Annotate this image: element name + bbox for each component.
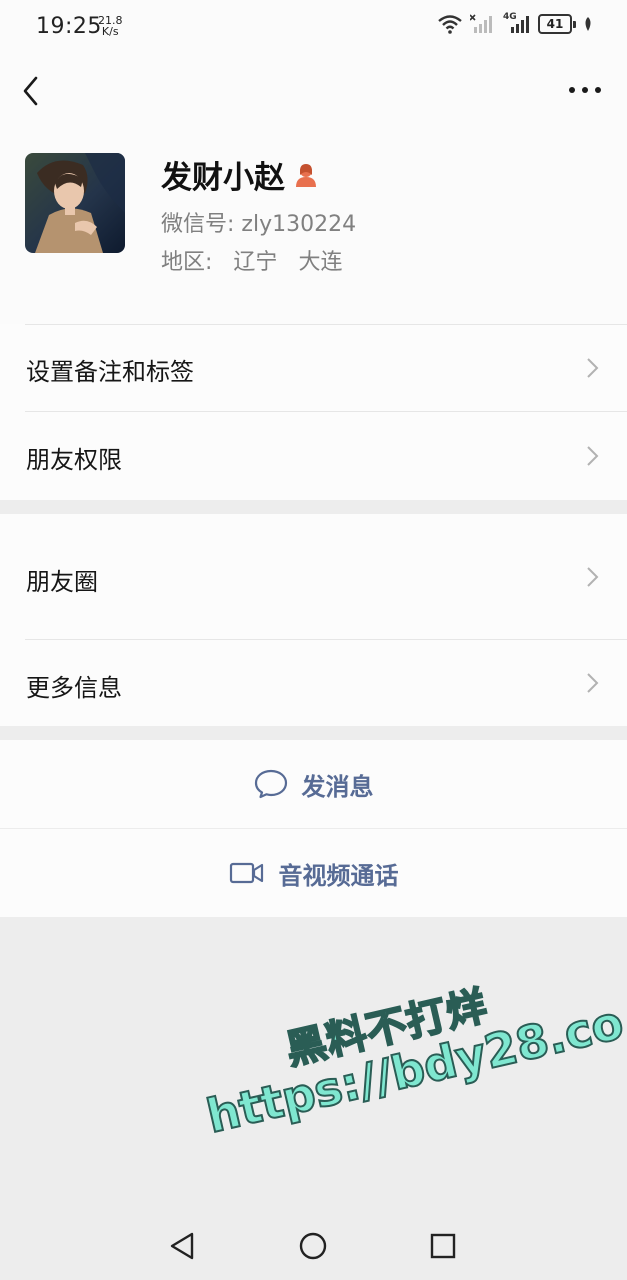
video-camera-icon: [229, 862, 263, 884]
battery-tip: [573, 20, 576, 28]
nav-back-button[interactable]: [166, 1230, 198, 1262]
row-remark-tags[interactable]: 设置备注和标签: [0, 324, 627, 412]
wifi-icon: [438, 15, 462, 34]
circle-home-icon: [299, 1232, 327, 1260]
more-button[interactable]: [567, 78, 603, 102]
nav-home-button[interactable]: [297, 1230, 329, 1262]
square-recents-icon: [430, 1233, 456, 1259]
navigation-bar: [0, 1210, 627, 1280]
status-icons: 4G 41: [437, 12, 593, 34]
status-time: 19:25: [36, 14, 102, 39]
region-province: 辽宁: [233, 250, 278, 275]
video-call-label: 音视频通话: [278, 861, 399, 890]
info-card: 朋友圈 更多信息: [0, 514, 627, 726]
watermark-line2: https://bdy28.co: [201, 994, 627, 1144]
more-dots-icon: [569, 87, 601, 93]
row-moments[interactable]: 朋友圈: [0, 514, 627, 639]
chevron-right-icon: [587, 358, 599, 378]
triangle-back-icon: [170, 1232, 194, 1260]
network-speed: 21.8 K/s: [98, 15, 123, 37]
send-message-label: 发消息: [301, 772, 374, 801]
row-label: 设置备注和标签: [26, 358, 194, 386]
video-call-button[interactable]: 音视频通话: [0, 829, 627, 917]
status-bar: 19:25 21.8 K/s 4G 41: [0, 0, 627, 54]
chat-bubble-icon: [254, 769, 287, 799]
region-city: 大连: [298, 250, 343, 275]
signal-no-sim-icon: [470, 14, 492, 33]
row-more-info[interactable]: 更多信息: [0, 640, 627, 726]
watermark: 黑料不打烊 https://bdy28.co: [190, 943, 627, 1196]
send-message-button[interactable]: 发消息: [0, 740, 627, 828]
row-label: 朋友圈: [26, 568, 98, 596]
region-label: 地区:: [161, 250, 213, 275]
wechat-id-value: zly130224: [241, 212, 357, 237]
chevron-left-icon: [23, 76, 38, 106]
chevron-right-icon: [587, 567, 599, 587]
settings-card: 设置备注和标签 朋友权限: [0, 324, 627, 500]
nickname-text: 发财小赵: [161, 160, 285, 196]
leaf-icon: [585, 17, 591, 31]
chevron-right-icon: [587, 446, 599, 466]
back-button[interactable]: [16, 74, 48, 108]
network-speed-unit: K/s: [101, 25, 119, 38]
female-person-icon: [296, 163, 316, 187]
nav-recents-button[interactable]: [427, 1230, 459, 1262]
row-label: 更多信息: [26, 674, 122, 702]
avatar-photo: [25, 153, 125, 253]
chevron-right-icon: [587, 673, 599, 693]
row-friend-permissions[interactable]: 朋友权限: [0, 412, 627, 500]
signal-4g-icon: 4G: [503, 12, 531, 34]
row-label: 朋友权限: [26, 446, 122, 474]
battery-indicator: 41: [538, 14, 576, 34]
avatar[interactable]: [25, 153, 125, 253]
wechat-id-label: 微信号:: [161, 212, 235, 237]
profile-nickname: 发财小赵: [161, 152, 319, 197]
watermark-line1: 黑料不打烊: [281, 982, 493, 1075]
battery-level: 41: [538, 14, 572, 34]
region: 地区: 辽宁 大连: [161, 244, 342, 276]
wechat-id: 微信号: zly130224: [161, 206, 356, 238]
